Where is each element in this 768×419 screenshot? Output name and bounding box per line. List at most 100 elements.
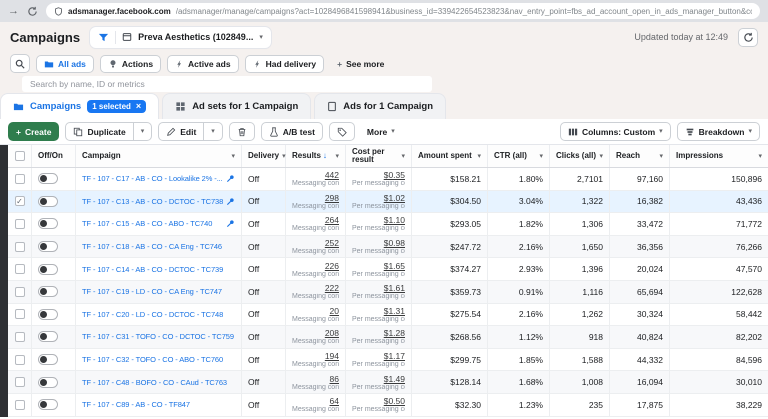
row-checkbox[interactable] — [8, 326, 32, 348]
column-header-ctr[interactable]: CTR (all)▾ — [488, 145, 550, 167]
results-value[interactable]: 442 — [292, 170, 339, 180]
results-value[interactable]: 252 — [292, 238, 339, 248]
results-value[interactable]: 64 — [292, 396, 339, 406]
cost-per-result-value[interactable]: $1.02 — [352, 193, 405, 203]
campaign-link[interactable]: TF - 107 - C89 - AB - CO - TF847 — [82, 400, 235, 409]
cost-per-result-value[interactable]: $1.61 — [352, 283, 405, 293]
url-bar[interactable]: adsmanager.facebook.com/adsmanager/manag… — [46, 3, 760, 19]
chevron-down-icon: ▾ — [228, 153, 235, 160]
select-all-checkbox[interactable] — [8, 145, 32, 167]
duplicate-menu-button[interactable]: ▾ — [134, 123, 152, 140]
campaign-link[interactable]: TF - 107 - C20 - LD - CO - DCTOC - TC748 — [82, 310, 235, 319]
results-value[interactable]: 20 — [292, 306, 339, 316]
cost-per-result-value[interactable]: $1.17 — [352, 351, 405, 361]
grid-icon — [175, 101, 186, 112]
column-header-results[interactable]: Results↓▾ — [286, 145, 346, 167]
row-checkbox[interactable] — [8, 258, 32, 280]
column-header-delivery[interactable]: Delivery▾ — [242, 145, 286, 167]
column-header-amount-spent[interactable]: Amount spent▾ — [412, 145, 488, 167]
cost-per-result-value[interactable]: $1.65 — [352, 261, 405, 271]
row-checkbox[interactable] — [8, 349, 32, 371]
ab-test-button[interactable]: A/B test — [261, 122, 323, 141]
column-header-cost-per-result[interactable]: Cost per result▾ — [346, 145, 412, 167]
see-more-button[interactable]: + See more — [330, 55, 391, 73]
row-checkbox[interactable] — [8, 304, 32, 326]
campaign-link[interactable]: TF - 107 - C48 - BOFO - CO - CAud - TC76… — [82, 378, 235, 387]
clicks-value: 1,262 — [550, 304, 610, 326]
campaign-off-on-toggle[interactable] — [38, 331, 58, 342]
campaign-off-on-toggle[interactable] — [38, 241, 58, 252]
campaign-off-on-toggle[interactable] — [38, 173, 58, 184]
campaign-link[interactable]: TF - 107 - C18 - AB - CO - CA Eng - TC74… — [82, 242, 235, 251]
duplicate-button[interactable]: Duplicate — [66, 123, 132, 140]
row-checkbox[interactable] — [8, 236, 32, 258]
campaign-off-on-toggle[interactable] — [38, 399, 58, 410]
chevron-down-icon: ▾ — [474, 153, 481, 160]
row-checkbox[interactable] — [8, 394, 32, 416]
columns-button[interactable]: Columns: Custom ▾ — [560, 122, 671, 141]
account-selector[interactable]: Preva Aesthetics (102849... ▾ — [90, 27, 271, 48]
column-header-clicks[interactable]: Clicks (all)▾ — [550, 145, 610, 167]
filter-had-delivery[interactable]: Had delivery — [245, 55, 325, 73]
cost-per-result-value[interactable]: $1.49 — [352, 374, 405, 384]
cost-per-result-value[interactable]: $1.31 — [352, 306, 405, 316]
filter-actions[interactable]: Actions — [100, 55, 161, 73]
campaign-off-on-toggle[interactable] — [38, 377, 58, 388]
cost-per-result-value[interactable]: $0.35 — [352, 170, 405, 180]
tab-ad-sets[interactable]: Ad sets for 1 Campaign — [162, 93, 311, 119]
lightbulb-icon — [108, 59, 118, 69]
results-value[interactable]: 264 — [292, 215, 339, 225]
row-checkbox[interactable] — [8, 168, 32, 190]
row-checkbox[interactable] — [8, 371, 32, 393]
column-header-impressions[interactable]: Impressions▾ — [670, 145, 768, 167]
filter-active-ads[interactable]: Active ads — [167, 55, 239, 73]
tab-ads[interactable]: Ads for 1 Campaign — [314, 93, 446, 119]
campaign-off-on-toggle[interactable] — [38, 286, 58, 297]
edit-menu-button[interactable]: ▾ — [204, 123, 222, 140]
breakdown-button[interactable]: Breakdown ▾ — [677, 122, 760, 141]
results-value[interactable]: 208 — [292, 328, 339, 338]
tab-campaigns[interactable]: Campaigns 1 selected × — [0, 93, 159, 119]
cost-per-result-value[interactable]: $1.28 — [352, 328, 405, 338]
column-header-reach[interactable]: Reach▾ — [610, 145, 670, 167]
cost-per-result-value[interactable]: $0.98 — [352, 238, 405, 248]
search-input[interactable] — [22, 76, 432, 92]
edit-button[interactable]: Edit — [159, 123, 203, 140]
campaign-link[interactable]: TF - 107 - C13 - AB - CO - DCTOC - TC738 — [82, 197, 224, 206]
create-button[interactable]: + Create — [8, 122, 59, 141]
collapsed-left-nav[interactable] — [0, 145, 8, 417]
campaign-link[interactable]: TF - 107 - C17 - AB - CO - Lookalike 2% … — [82, 174, 224, 183]
tag-button[interactable] — [329, 122, 355, 141]
results-value[interactable]: 222 — [292, 283, 339, 293]
campaign-off-on-toggle[interactable] — [38, 218, 58, 229]
results-value[interactable]: 86 — [292, 374, 339, 384]
cost-per-result-value[interactable]: $1.10 — [352, 215, 405, 225]
row-checkbox[interactable] — [8, 281, 32, 303]
column-header-campaign[interactable]: Campaign▾ — [76, 145, 242, 167]
campaign-link[interactable]: TF - 107 - C15 - AB - CO - ABO - TC740 — [82, 219, 224, 228]
campaign-off-on-toggle[interactable] — [38, 264, 58, 275]
site-info-icon[interactable] — [54, 7, 63, 16]
search-button[interactable] — [10, 54, 30, 73]
refresh-button[interactable] — [738, 28, 758, 47]
campaign-off-on-toggle[interactable] — [38, 309, 58, 320]
row-checkbox[interactable]: ✓ — [8, 191, 32, 213]
results-value[interactable]: 298 — [292, 193, 339, 203]
results-value[interactable]: 194 — [292, 351, 339, 361]
row-checkbox[interactable] — [8, 213, 32, 235]
campaign-link[interactable]: TF - 107 - C14 - AB - CO - DCTOC - TC739 — [82, 265, 235, 274]
forward-arrow-icon[interactable]: → — [8, 6, 19, 17]
clear-selection-icon[interactable]: × — [136, 102, 141, 111]
more-button[interactable]: More ▾ — [361, 127, 401, 137]
campaign-link[interactable]: TF - 107 - C32 - TOFO - CO - ABO - TC760 — [82, 355, 235, 364]
filter-funnel-icon[interactable] — [98, 32, 109, 43]
campaign-off-on-toggle[interactable] — [38, 196, 58, 207]
campaign-off-on-toggle[interactable] — [38, 354, 58, 365]
campaign-link[interactable]: TF - 107 - C19 - LD - CO - CA Eng - TC74… — [82, 287, 235, 296]
cost-per-result-value[interactable]: $0.50 — [352, 396, 405, 406]
filter-all-ads[interactable]: All ads — [36, 55, 94, 73]
reload-icon[interactable] — [27, 6, 38, 17]
delete-button[interactable] — [229, 122, 255, 141]
results-value[interactable]: 226 — [292, 261, 339, 271]
campaign-link[interactable]: TF - 107 - C31 - TOFO - CO - DCTOC - TC7… — [82, 332, 235, 341]
